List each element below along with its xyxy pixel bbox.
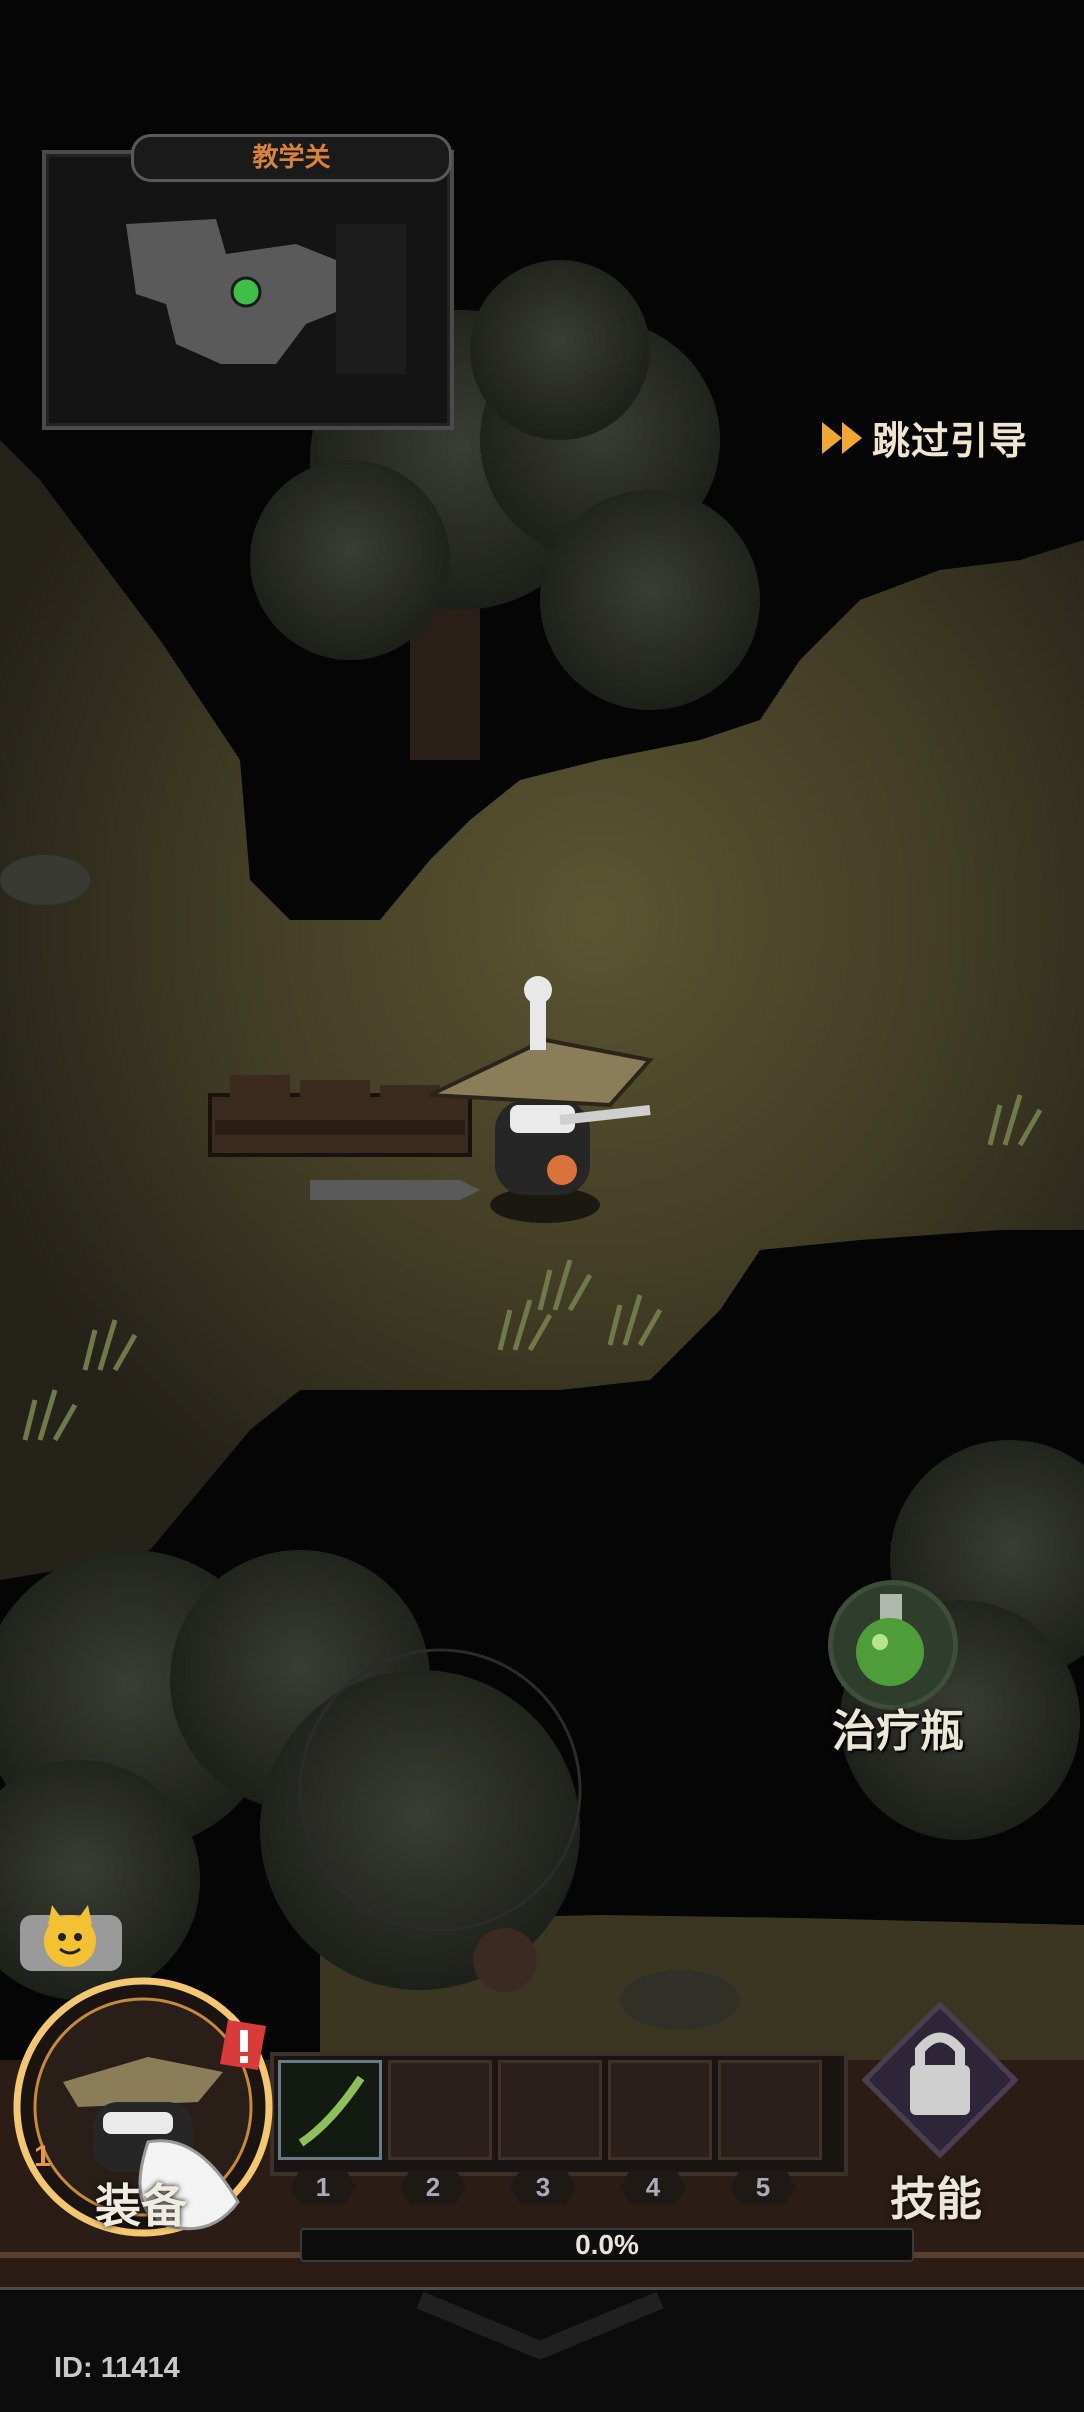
player-id: ID: 11414 (54, 2352, 180, 2384)
fast-forward-icon (822, 421, 862, 454)
progress-label: 0.0% (575, 2229, 639, 2260)
equip-level: 1 (34, 2140, 51, 2173)
skill-button[interactable] (860, 2000, 1020, 2160)
slot-number-row: 1 2 3 4 5 (260, 2170, 820, 2210)
slot-number: 5 (730, 2170, 796, 2204)
rock (620, 1970, 740, 2030)
slot-number: 4 (620, 2170, 686, 2204)
item-slot-4[interactable] (608, 2060, 712, 2160)
player-marker (230, 276, 262, 308)
skill-label: 技能 (890, 2173, 982, 2225)
skip-guide-button[interactable]: 跳过引导 (820, 410, 1028, 465)
item-slot-1[interactable] (278, 2060, 382, 2160)
minimap-terrain (126, 219, 406, 374)
experience-progress-bar: 0.0% (300, 2228, 914, 2262)
rock (0, 855, 90, 905)
slash-skill-icon (298, 2075, 365, 2147)
bottom-frame (0, 2290, 1084, 2412)
item-slot-3[interactable] (498, 2060, 602, 2160)
potion-label: 治疗瓶 (832, 1707, 964, 1756)
equip-label: 装备 (95, 2180, 187, 2232)
item-slot-2[interactable] (388, 2060, 492, 2160)
pot (473, 1928, 537, 1992)
item-slot-bar (270, 2052, 848, 2176)
skip-guide-label: 跳过引导 (872, 421, 1029, 463)
slot-number: 2 (400, 2170, 466, 2204)
item-slot-5[interactable] (718, 2060, 822, 2160)
green-potion-flask-icon (856, 1594, 924, 1686)
slot-number: 3 (510, 2170, 576, 2204)
cat-face-emote-icon[interactable] (20, 1905, 122, 1971)
lock-icon (910, 2065, 970, 2115)
minimap[interactable]: 教学关 (42, 134, 454, 430)
slot-number: 1 (290, 2170, 356, 2204)
minimap-title: 教学关 (131, 134, 452, 182)
healing-potion-button[interactable]: 治疗瓶 (818, 1580, 988, 1756)
exclamation-badge-icon (220, 2020, 266, 2070)
